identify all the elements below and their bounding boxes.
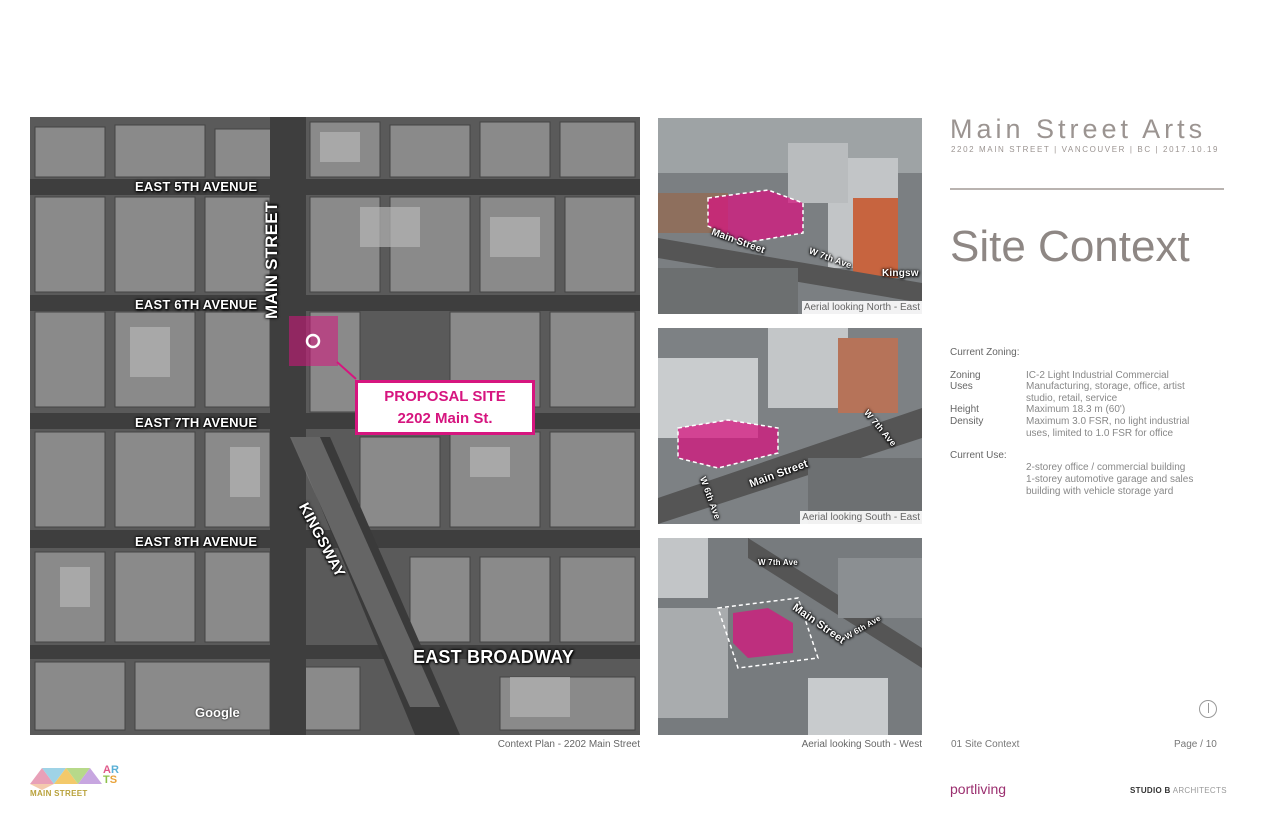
- aerial-north-east: Main Street W 7th Ave Kingsw Aerial look…: [658, 118, 922, 314]
- density-label: Density: [950, 416, 984, 427]
- page-number: 10: [1205, 739, 1217, 750]
- brand-title: Main Street Arts: [950, 114, 1207, 144]
- zoning-label: Zoning: [950, 370, 981, 381]
- density-value: Maximum 3.0 FSR, no light industrial use…: [1026, 416, 1190, 439]
- context-map: EAST 5TH AVENUE EAST 6TH AVENUE EAST 7TH…: [30, 117, 640, 735]
- uses-label: Uses: [950, 381, 973, 392]
- logo-text: MAIN STREET: [30, 789, 88, 798]
- proposal-site-title: PROPOSAL SITE: [384, 388, 506, 405]
- google-attribution: Google: [195, 705, 240, 720]
- aerial1-label-kingsway: Kingsw: [882, 268, 919, 279]
- logo-letter-t: T: [103, 774, 110, 786]
- current-use-line-2: 1-storey automotive garage and sales bui…: [1026, 474, 1194, 497]
- uses-value: Manufacturing, storage, office, artist s…: [1026, 381, 1185, 404]
- map-image: [30, 117, 640, 735]
- north-arrow-icon: [1199, 700, 1217, 718]
- height-value: Maximum 18.3 m (60'): [1026, 404, 1126, 415]
- aerial3-label-7th: W 7th Ave: [758, 558, 798, 567]
- zoning-value: IC-2 Light Industrial Commercial: [1026, 370, 1169, 381]
- page-label: Page: [1174, 739, 1198, 750]
- current-use-heading: Current Use:: [950, 450, 1007, 461]
- proposal-site-address: 2202 Main St.: [397, 410, 493, 427]
- street-label-east-7th: EAST 7TH AVENUE: [135, 415, 258, 430]
- title-divider: [950, 188, 1224, 190]
- street-label-east-broadway: EAST BROADWAY: [413, 647, 574, 667]
- client-logo: portliving: [950, 781, 1007, 797]
- aerial2-caption: Aerial looking South - East: [800, 511, 922, 524]
- footer-section-name: 01 Site Context: [951, 739, 1020, 750]
- aerial1-caption: Aerial looking North - East: [801, 301, 922, 314]
- street-label-east-5th: EAST 5TH AVENUE: [135, 179, 258, 194]
- aerial-south-west: Main Street W 7th Ave W 6th Ave: [658, 538, 922, 735]
- page-separator: /: [1200, 739, 1203, 750]
- street-label-main: MAIN STREET: [262, 201, 281, 319]
- current-use-line-1: 2-storey office / commercial building: [1026, 462, 1186, 473]
- aerial-south-east: Main Street W 6th Ave W 7th Ave Aerial l…: [658, 328, 922, 524]
- map-caption: Context Plan - 2202 Main Street: [497, 739, 640, 750]
- aerial3-caption: Aerial looking South - West: [801, 739, 922, 750]
- logo-letter-s: S: [109, 774, 118, 786]
- brand-subtitle: 2202 MAIN STREET | VANCOUVER | BC | 2017…: [951, 145, 1220, 154]
- footer-page-number: Page / 10: [1174, 739, 1217, 750]
- zoning-heading: Current Zoning:: [950, 347, 1020, 358]
- height-label: Height: [950, 404, 979, 415]
- section-title: Site Context: [950, 222, 1190, 271]
- street-label-east-8th: EAST 8TH AVENUE: [135, 534, 258, 549]
- architect-suffix: ARCHITECTS: [1172, 786, 1227, 795]
- logo-arts-letters: AR TS: [103, 765, 119, 786]
- architect-logo: STUDIO B ARCHITECTS: [1130, 786, 1227, 795]
- proposal-site-callout: PROPOSAL SITE 2202 Main St.: [355, 380, 535, 435]
- street-label-east-6th: EAST 6TH AVENUE: [135, 297, 258, 312]
- architect-name: STUDIO B: [1130, 786, 1171, 795]
